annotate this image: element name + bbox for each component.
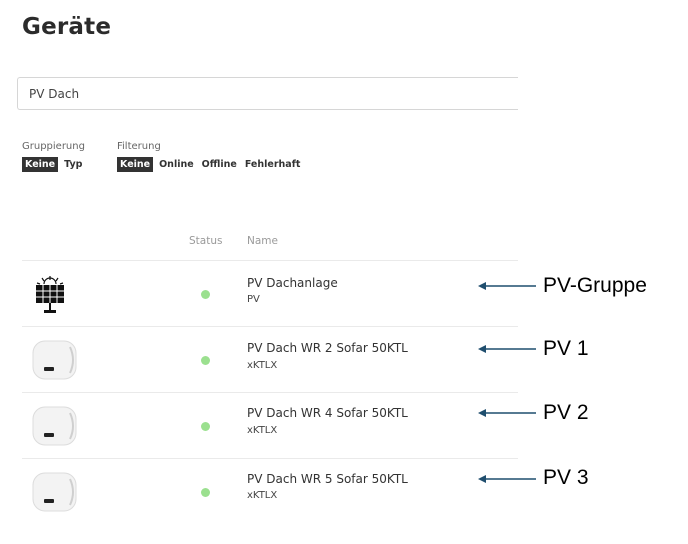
arrow-left-icon	[478, 475, 536, 483]
annotation-label: PV 2	[543, 401, 589, 424]
status-indicator	[201, 356, 210, 365]
device-type: xKTLX	[247, 490, 278, 501]
grouping-option-typ[interactable]: Typ	[62, 157, 84, 172]
table-row[interactable]: PV Dach WR 4 Sofar 50KTL xKTLX	[22, 393, 518, 459]
device-name[interactable]: PV Dachanlage	[247, 276, 338, 290]
status-indicator	[201, 422, 210, 431]
column-header-name[interactable]: Name	[247, 235, 278, 247]
device-type: xKTLX	[247, 425, 278, 436]
search-input[interactable]	[29, 86, 518, 101]
grouping-control: Gruppierung Keine Typ	[22, 141, 85, 172]
search-box[interactable]	[17, 77, 518, 110]
grouping-option-keine[interactable]: Keine	[22, 157, 59, 172]
device-type: xKTLX	[247, 360, 278, 371]
device-name[interactable]: PV Dach WR 4 Sofar 50KTL	[247, 406, 408, 420]
page-title: Geräte	[22, 14, 112, 40]
filter-option-fehlerhaft[interactable]: Fehlerhaft	[243, 157, 303, 172]
annotation-label: PV 1	[543, 337, 589, 360]
filter-option-keine[interactable]: Keine	[117, 157, 154, 172]
device-type: PV	[247, 294, 260, 305]
annotation-label: PV-Gruppe	[543, 274, 647, 297]
status-indicator	[201, 488, 210, 497]
grouping-label: Gruppierung	[22, 141, 85, 152]
arrow-left-icon	[478, 345, 536, 353]
solar-panel-icon	[36, 276, 64, 313]
device-name[interactable]: PV Dach WR 2 Sofar 50KTL	[247, 341, 408, 355]
device-name[interactable]: PV Dach WR 5 Sofar 50KTL	[247, 472, 408, 486]
table-row[interactable]: PV Dachanlage PV	[22, 261, 518, 327]
table-row[interactable]: PV Dach WR 2 Sofar 50KTL xKTLX	[22, 327, 518, 393]
column-header-status[interactable]: Status	[189, 235, 222, 247]
status-indicator	[201, 290, 210, 299]
table-row[interactable]: PV Dach WR 5 Sofar 50KTL xKTLX	[22, 459, 518, 525]
inverter-icon	[32, 406, 77, 446]
inverter-icon	[32, 472, 77, 512]
annotation-label: PV 3	[543, 466, 589, 489]
arrow-left-icon	[478, 409, 536, 417]
filter-option-online[interactable]: Online	[157, 157, 196, 172]
filter-control: Filterung Keine Online Offline Fehlerhaf…	[117, 141, 302, 172]
filter-label: Filterung	[117, 141, 161, 152]
filter-option-offline[interactable]: Offline	[200, 157, 239, 172]
inverter-icon	[32, 340, 77, 380]
arrow-left-icon	[478, 282, 536, 290]
